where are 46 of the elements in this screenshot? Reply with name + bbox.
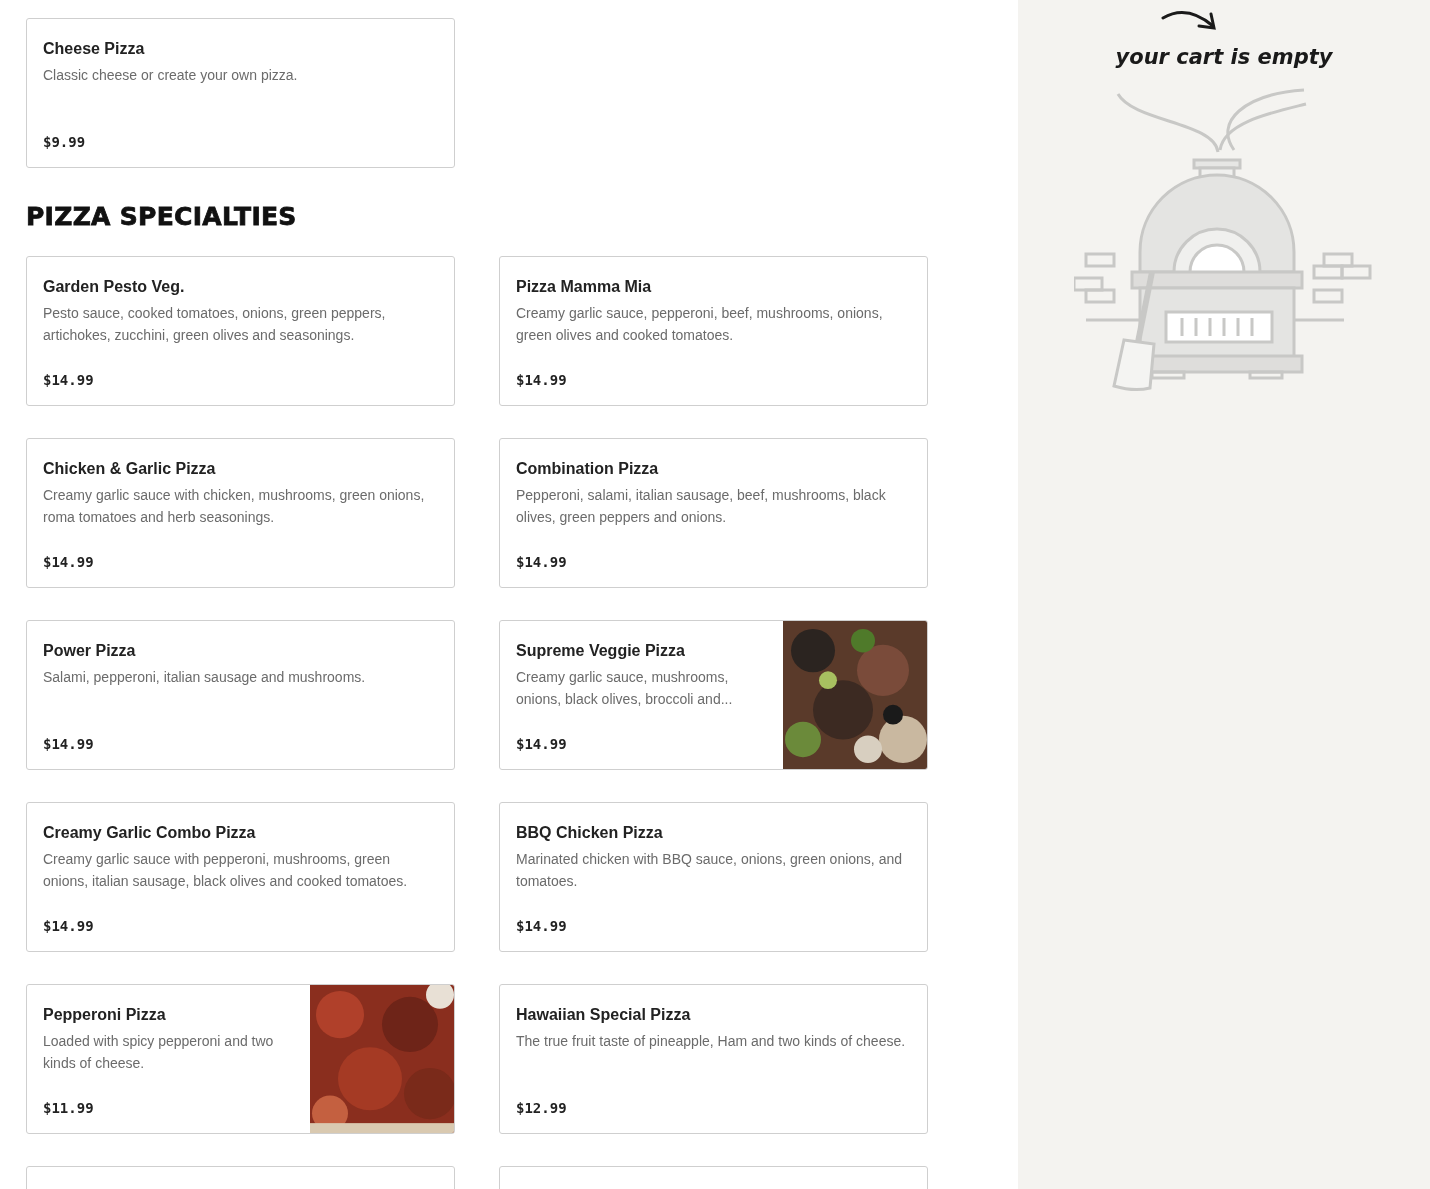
menu-card[interactable]: Pepperoni Pizza Loaded with spicy pepperoni and two kinds of cheese. $11.99 xyxy=(26,984,455,1134)
item-description: Loaded with spicy pepperoni and two kinds of cheese. xyxy=(43,1032,275,1074)
menu-card[interactable]: Chicken & Garlic Pizza Creamy garlic sauce with chicken, mushrooms, green onions, roma tomatoes and herb seasonings. $14.99 xyxy=(26,438,455,588)
item-price: $14.99 xyxy=(516,553,568,572)
item-description: Classic cheese or create your own pizza. xyxy=(43,66,299,86)
menu-card[interactable]: Cheese Pizza Classic cheese or create your own pizza. $9.99 xyxy=(26,18,455,168)
menu-card[interactable]: Hawaiian Special Pizza The true fruit taste of pineapple, Ham and two kinds of cheese. $12.99 xyxy=(499,984,928,1134)
item-name: Cheese Pizza xyxy=(43,39,146,59)
item-price: $9.99 xyxy=(43,133,87,152)
menu-card[interactable]: Combination Pizza Pepperoni, salami, italian sausage, beef, mushrooms, black olives, green peppers and onions. $14.99 xyxy=(499,438,928,588)
item-description: Pesto sauce, cooked tomatoes, onions, green peppers, artichokes, zucchini, green olives and seasonings. xyxy=(43,304,387,346)
item-price: $14.99 xyxy=(516,735,568,754)
item-name: Power Pizza xyxy=(43,641,137,661)
cart-empty-message: your cart is empty xyxy=(1115,44,1333,71)
item-name: Chicken & Garlic Pizza xyxy=(43,459,217,479)
item-price: $11.99 xyxy=(43,1099,95,1118)
item-description: Creamy garlic sauce with pepperoni, mushrooms, green onions, italian sausage, black olives and cooked tomatoes. xyxy=(43,850,409,892)
item-description: The true fruit taste of pineapple, Ham and two kinds of cheese. xyxy=(516,1032,907,1052)
item-name: Supreme Veggie Pizza xyxy=(516,641,686,661)
item-name: Hawaiian Special Pizza xyxy=(516,1005,692,1025)
item-price: $14.99 xyxy=(516,371,568,390)
menu-card[interactable]: Pizza Mamma Mia Creamy garlic sauce, pepperoni, beef, mushrooms, onions, green olives and cooked tomatoes. $14.99 xyxy=(499,256,928,406)
item-price: $14.99 xyxy=(43,553,95,572)
item-price: $12.99 xyxy=(516,1099,568,1118)
section-heading: PIZZA SPECIALTIES xyxy=(26,202,298,232)
item-name: Pepperoni Pizza xyxy=(43,1005,167,1025)
item-price: $14.99 xyxy=(43,735,95,754)
item-price: $14.99 xyxy=(516,917,568,936)
item-price: $14.99 xyxy=(43,917,95,936)
menu-card[interactable]: BBQ Chicken Pizza Marinated chicken with BBQ sauce, onions, green onions, and tomatoes. $14.99 xyxy=(499,802,928,952)
menu-card[interactable]: Supreme Veggie Pizza Creamy garlic sauce, mushrooms, onions, black olives, broccoli and... $14.99 xyxy=(499,620,928,770)
item-description: Creamy garlic sauce with chicken, mushrooms, green onions, roma tomatoes and herb seasonings. xyxy=(43,486,426,528)
item-price: $14.99 xyxy=(43,371,95,390)
item-description: Pepperoni, salami, italian sausage, beef, mushrooms, black olives, green peppers and onions. xyxy=(516,486,887,528)
item-description: Creamy garlic sauce, pepperoni, beef, mushrooms, onions, green olives and cooked tomatoes. xyxy=(516,304,884,346)
item-name: BBQ Chicken Pizza xyxy=(516,823,664,843)
item-description: Salami, pepperoni, italian sausage and mushrooms. xyxy=(43,668,367,688)
menu-card[interactable]: Garden Pesto Veg. Pesto sauce, cooked tomatoes, onions, green peppers, artichokes, zucchini, green olives and seasonings. $14.99 xyxy=(26,256,455,406)
item-description: Creamy garlic sauce, mushrooms, onions, black olives, broccoli and... xyxy=(516,668,734,710)
item-description: Marinated chicken with BBQ sauce, onions, green onions, and tomatoes. xyxy=(516,850,903,892)
item-name: Combination Pizza xyxy=(516,459,660,479)
item-name: Garden Pesto Veg. xyxy=(43,277,186,297)
item-name: Pizza Mamma Mia xyxy=(516,277,653,297)
menu-card[interactable]: Power Pizza Salami, pepperoni, italian sausage and mushrooms. $14.99 xyxy=(26,620,455,770)
menu-card[interactable]: Creamy Garlic Combo Pizza Creamy garlic sauce with pepperoni, mushrooms, green onions, italian sausage, black olives and cooked tomatoes. $14.99 xyxy=(26,802,455,952)
item-name: Creamy Garlic Combo Pizza xyxy=(43,823,257,843)
